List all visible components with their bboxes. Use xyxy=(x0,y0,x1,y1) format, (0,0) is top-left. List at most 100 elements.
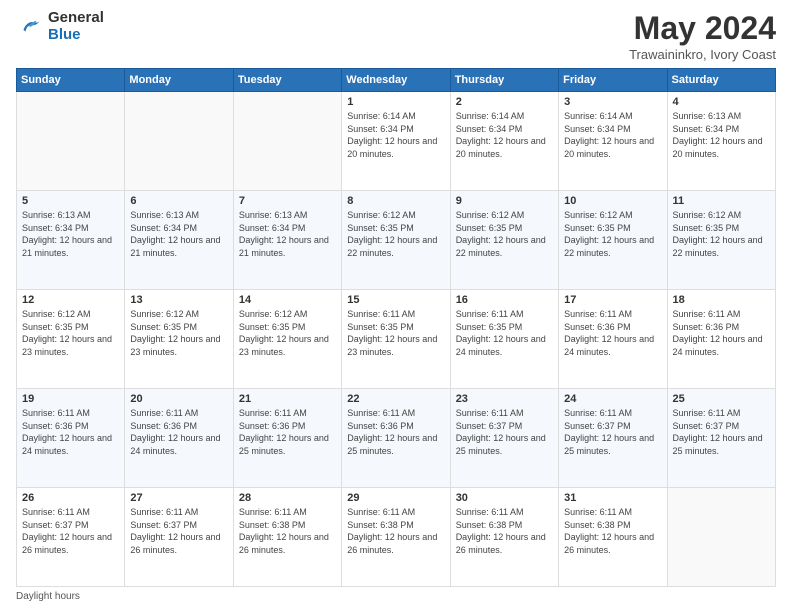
day-number: 16 xyxy=(456,294,553,306)
calendar-cell: 23 Sunrise: 6:11 AM Sunset: 6:37 PM Dayli… xyxy=(450,389,558,488)
day-info: Sunrise: 6:14 AM Sunset: 6:34 PM Dayligh… xyxy=(564,110,661,160)
calendar-cell: 26Sunrise: 6:11 AM Sunset: 6:37 PM Dayli… xyxy=(17,488,125,587)
day-number: 9 xyxy=(456,195,553,207)
day-info: Sunrise: 6:13 AM Sunset: 6:34 PM Dayligh… xyxy=(673,110,770,160)
calendar-cell: 6 Sunrise: 6:13 AM Sunset: 6:34 PM Daylig… xyxy=(125,191,233,290)
calendar-cell xyxy=(667,488,775,587)
calendar-cell: 11 Sunrise: 6:12 AM Sunset: 6:35 PM Dayli… xyxy=(667,191,775,290)
day-info: Sunrise: 6:11 AM Sunset: 6:38 PM Dayligh… xyxy=(456,506,553,556)
calendar-cell xyxy=(233,92,341,191)
day-number: 19 xyxy=(22,393,119,405)
title-block: May 2024 Trawaininkro, Ivory Coast xyxy=(629,10,776,62)
calendar-cell: 7Sunrise: 6:13 AM Sunset: 6:34 PM Daylig… xyxy=(233,191,341,290)
calendar-cell: 2 Sunrise: 6:14 AM Sunset: 6:34 PM Daylig… xyxy=(450,92,558,191)
calendar-cell: 15Sunrise: 6:11 AM Sunset: 6:35 PM Dayli… xyxy=(342,290,450,389)
calendar-day-header: Sunday xyxy=(17,69,125,92)
calendar-cell xyxy=(125,92,233,191)
day-info: Sunrise: 6:11 AM Sunset: 6:36 PM Dayligh… xyxy=(130,407,227,457)
calendar-day-header: Wednesday xyxy=(342,69,450,92)
calendar-cell: 22Sunrise: 6:11 AM Sunset: 6:36 PM Dayli… xyxy=(342,389,450,488)
day-info: Sunrise: 6:11 AM Sunset: 6:35 PM Dayligh… xyxy=(456,308,553,358)
calendar-cell: 31 Sunrise: 6:11 AM Sunset: 6:38 PM Dayli… xyxy=(559,488,667,587)
day-info: Sunrise: 6:13 AM Sunset: 6:34 PM Dayligh… xyxy=(22,209,119,259)
day-number: 11 xyxy=(673,195,770,207)
day-info: Sunrise: 6:14 AM Sunset: 6:34 PM Dayligh… xyxy=(347,110,444,160)
day-number: 27 xyxy=(130,492,227,504)
day-info: Sunrise: 6:14 AM Sunset: 6:34 PM Dayligh… xyxy=(456,110,553,160)
header: General Blue May 2024 Trawaininkro, Ivor… xyxy=(16,10,776,62)
calendar-cell: 3 Sunrise: 6:14 AM Sunset: 6:34 PM Daylig… xyxy=(559,92,667,191)
calendar-cell: 25 Sunrise: 6:11 AM Sunset: 6:37 PM Dayli… xyxy=(667,389,775,488)
day-number: 12 xyxy=(22,294,119,306)
day-info: Sunrise: 6:11 AM Sunset: 6:38 PM Dayligh… xyxy=(239,506,336,556)
day-info: Sunrise: 6:12 AM Sunset: 6:35 PM Dayligh… xyxy=(347,209,444,259)
calendar-cell: 4 Sunrise: 6:13 AM Sunset: 6:34 PM Daylig… xyxy=(667,92,775,191)
logo-bird-icon xyxy=(16,13,44,41)
page: General Blue May 2024 Trawaininkro, Ivor… xyxy=(0,0,792,612)
day-number: 5 xyxy=(22,195,119,207)
day-number: 23 xyxy=(456,393,553,405)
day-info: Sunrise: 6:11 AM Sunset: 6:36 PM Dayligh… xyxy=(564,308,661,358)
calendar-cell: 5 Sunrise: 6:13 AM Sunset: 6:34 PM Daylig… xyxy=(17,191,125,290)
day-number: 10 xyxy=(564,195,661,207)
day-number: 21 xyxy=(239,393,336,405)
day-info: Sunrise: 6:11 AM Sunset: 6:37 PM Dayligh… xyxy=(456,407,553,457)
calendar-week-row: 1 Sunrise: 6:14 AM Sunset: 6:34 PM Daylig… xyxy=(17,92,776,191)
day-info: Sunrise: 6:12 AM Sunset: 6:35 PM Dayligh… xyxy=(130,308,227,358)
day-info: Sunrise: 6:12 AM Sunset: 6:35 PM Dayligh… xyxy=(673,209,770,259)
calendar-cell: 19 Sunrise: 6:11 AM Sunset: 6:36 PM Dayli… xyxy=(17,389,125,488)
calendar-cell: 20 Sunrise: 6:11 AM Sunset: 6:36 PM Dayli… xyxy=(125,389,233,488)
calendar-header-row: SundayMondayTuesdayWednesdayThursdayFrid… xyxy=(17,69,776,92)
day-number: 20 xyxy=(130,393,227,405)
logo: General Blue xyxy=(16,10,104,43)
day-number: 4 xyxy=(673,96,770,108)
day-number: 17 xyxy=(564,294,661,306)
day-number: 29 xyxy=(347,492,444,504)
calendar-cell: 12Sunrise: 6:12 AM Sunset: 6:35 PM Dayli… xyxy=(17,290,125,389)
calendar-week-row: 26 Sunrise: 6:11 AM Sunset: 6:37 PM Dayli… xyxy=(17,488,776,587)
calendar-title: May 2024 xyxy=(629,10,776,47)
day-number: 1 xyxy=(347,96,444,108)
calendar-cell: 24Sunrise: 6:11 AM Sunset: 6:37 PM Dayli… xyxy=(559,389,667,488)
day-info: Sunrise: 6:11 AM Sunset: 6:36 PM Dayligh… xyxy=(239,407,336,457)
day-number: 28 xyxy=(239,492,336,504)
day-number: 6 xyxy=(130,195,227,207)
calendar-cell xyxy=(17,92,125,191)
logo-text-general: General xyxy=(48,10,104,27)
day-info: Sunrise: 6:13 AM Sunset: 6:34 PM Dayligh… xyxy=(130,209,227,259)
day-number: 18 xyxy=(673,294,770,306)
day-info: Sunrise: 6:11 AM Sunset: 6:38 PM Dayligh… xyxy=(347,506,444,556)
day-number: 2 xyxy=(456,96,553,108)
calendar-cell: 29 Sunrise: 6:11 AM Sunset: 6:38 PM Dayli… xyxy=(342,488,450,587)
day-number: 3 xyxy=(564,96,661,108)
calendar-table: SundayMondayTuesdayWednesdayThursdayFrid… xyxy=(16,68,776,587)
calendar-week-row: 5 Sunrise: 6:13 AM Sunset: 6:34 PM Daylig… xyxy=(17,191,776,290)
calendar-week-row: 12 Sunrise: 6:12 AM Sunset: 6:35 PM Dayli… xyxy=(17,290,776,389)
calendar-cell: 9 Sunrise: 6:12 AM Sunset: 6:35 PM Daylig… xyxy=(450,191,558,290)
calendar-cell: 18 Sunrise: 6:11 AM Sunset: 6:36 PM Dayli… xyxy=(667,290,775,389)
calendar-week-row: 19 Sunrise: 6:11 AM Sunset: 6:36 PM Dayli… xyxy=(17,389,776,488)
calendar-cell: 27 Sunrise: 6:11 AM Sunset: 6:37 PM Dayli… xyxy=(125,488,233,587)
day-info: Sunrise: 6:11 AM Sunset: 6:36 PM Dayligh… xyxy=(22,407,119,457)
day-info: Sunrise: 6:12 AM Sunset: 6:35 PM Dayligh… xyxy=(456,209,553,259)
day-info: Sunrise: 6:11 AM Sunset: 6:38 PM Dayligh… xyxy=(564,506,661,556)
calendar-cell: 21 Sunrise: 6:11 AM Sunset: 6:36 PM Dayli… xyxy=(233,389,341,488)
day-info: Sunrise: 6:11 AM Sunset: 6:37 PM Dayligh… xyxy=(673,407,770,457)
calendar-day-header: Friday xyxy=(559,69,667,92)
day-number: 8 xyxy=(347,195,444,207)
day-info: Sunrise: 6:12 AM Sunset: 6:35 PM Dayligh… xyxy=(564,209,661,259)
day-number: 14 xyxy=(239,294,336,306)
calendar-cell: 8 Sunrise: 6:12 AM Sunset: 6:35 PM Daylig… xyxy=(342,191,450,290)
day-number: 7 xyxy=(239,195,336,207)
calendar-day-header: Thursday xyxy=(450,69,558,92)
day-number: 31 xyxy=(564,492,661,504)
day-info: Sunrise: 6:11 AM Sunset: 6:36 PM Dayligh… xyxy=(673,308,770,358)
calendar-day-header: Monday xyxy=(125,69,233,92)
calendar-cell: 13 Sunrise: 6:12 AM Sunset: 6:35 PM Dayli… xyxy=(125,290,233,389)
day-number: 25 xyxy=(673,393,770,405)
day-info: Sunrise: 6:11 AM Sunset: 6:37 PM Dayligh… xyxy=(130,506,227,556)
calendar-cell: 10 Sunrise: 6:12 AM Sunset: 6:35 PM Dayli… xyxy=(559,191,667,290)
calendar-subtitle: Trawaininkro, Ivory Coast xyxy=(629,47,776,62)
day-number: 26 xyxy=(22,492,119,504)
day-number: 13 xyxy=(130,294,227,306)
